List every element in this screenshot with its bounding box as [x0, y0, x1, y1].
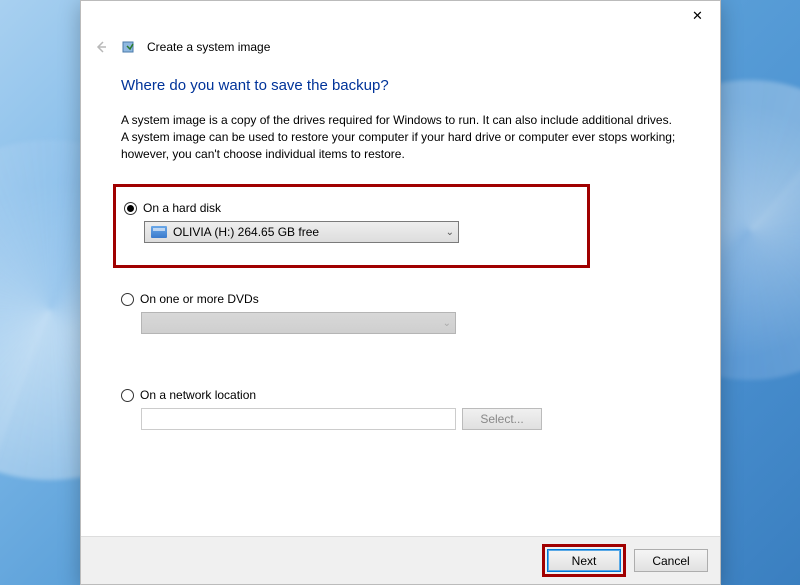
radio-dvds[interactable] — [121, 293, 134, 306]
harddisk-combo[interactable]: OLIVIA (H:) 264.65 GB free ⌄ — [144, 221, 459, 243]
chevron-down-icon: ⌄ — [446, 227, 454, 238]
header-row: Create a system image — [81, 31, 720, 57]
wizard-window: ✕ Create a system image Where do you wan… — [80, 0, 721, 585]
titlebar: ✕ — [81, 1, 720, 31]
harddisk-selected-value: OLIVIA (H:) 264.65 GB free — [173, 225, 319, 239]
option-dvds[interactable]: On one or more DVDs — [121, 292, 680, 306]
dvds-combo: ⌄ — [141, 312, 456, 334]
radio-harddisk[interactable] — [124, 202, 137, 215]
page-heading: Where do you want to save the backup? — [121, 77, 680, 94]
network-path-input[interactable] — [141, 408, 456, 430]
option-harddisk[interactable]: On a hard disk — [124, 201, 575, 215]
cancel-button[interactable]: Cancel — [634, 549, 708, 572]
app-icon — [121, 39, 137, 55]
network-select-button: Select... — [462, 408, 542, 430]
content-area: Where do you want to save the backup? A … — [81, 57, 720, 430]
back-arrow-icon — [93, 39, 109, 55]
option-network-label: On a network location — [140, 388, 256, 402]
option-dvds-label: On one or more DVDs — [140, 292, 259, 306]
back-button[interactable] — [91, 37, 111, 57]
footer: Next Cancel — [81, 536, 720, 584]
next-button[interactable]: Next — [547, 549, 621, 572]
network-input-row: Select... — [141, 408, 680, 430]
next-highlight: Next — [542, 544, 626, 577]
drive-icon — [151, 226, 167, 238]
close-icon: ✕ — [692, 8, 703, 24]
radio-network[interactable] — [121, 389, 134, 402]
option-network-block: On a network location Select... — [121, 388, 680, 430]
option-harddisk-label: On a hard disk — [143, 201, 221, 215]
window-title: Create a system image — [147, 40, 270, 54]
option-network[interactable]: On a network location — [121, 388, 680, 402]
close-button[interactable]: ✕ — [675, 1, 720, 31]
harddisk-highlight: On a hard disk OLIVIA (H:) 264.65 GB fre… — [113, 184, 590, 268]
page-description: A system image is a copy of the drives r… — [121, 112, 680, 162]
option-dvds-block: On one or more DVDs ⌄ — [121, 292, 680, 334]
chevron-down-icon: ⌄ — [443, 318, 451, 329]
